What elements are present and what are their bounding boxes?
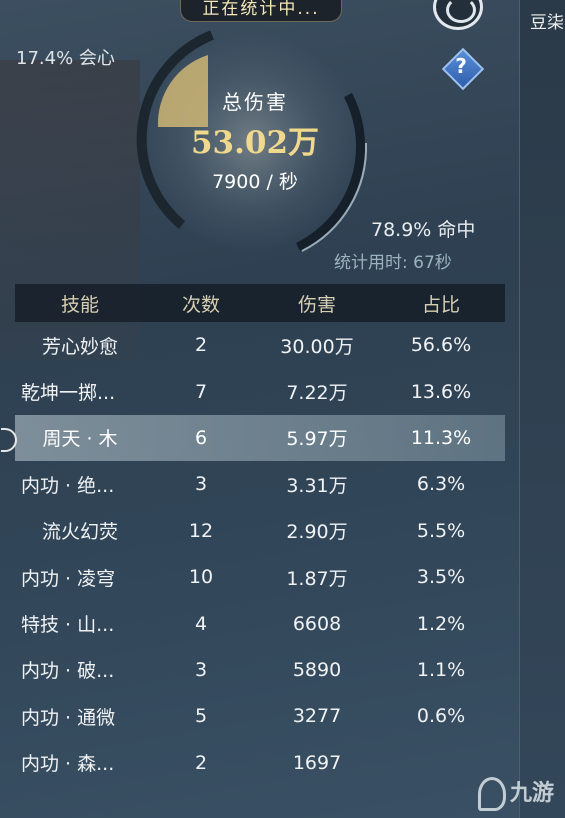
row-count: 4 xyxy=(194,612,208,635)
row-damage: 3277 xyxy=(292,705,342,728)
crit-rate: 17.4% 会心 xyxy=(16,48,115,69)
row-damage: 6608 xyxy=(292,612,342,635)
question-mark-icon: ? xyxy=(455,54,467,78)
row-count: 2 xyxy=(194,751,208,774)
header-skill[interactable]: 技能 xyxy=(15,290,145,317)
row-damage: 7.22万 xyxy=(286,382,348,405)
status-banner: 正在统计中... xyxy=(180,0,342,22)
watermark-text: 九游 xyxy=(510,781,555,806)
table-row[interactable]: 内功 · 通微 5 3277 0.6% xyxy=(15,693,505,739)
damage-per-second: 7900 / 秒 xyxy=(212,171,298,193)
table-row[interactable]: 芳心妙愈 2 30.00万 56.6% xyxy=(15,322,505,368)
row-count: 7 xyxy=(194,380,208,403)
row-skill: 芳心妙愈 xyxy=(41,335,118,358)
hit-rate: 78.9% 命中 xyxy=(371,219,476,241)
row-percent: 6.3% xyxy=(416,473,466,496)
table-row[interactable]: 内功 · 绝... 3 3.31万 6.3% xyxy=(15,461,505,507)
help-button[interactable]: ? xyxy=(440,46,485,91)
table-header: 技能 次数 伤害 占比 xyxy=(15,284,505,322)
side-panel[interactable]: 豆柒 xyxy=(519,0,565,818)
row-percent: 3.5% xyxy=(416,566,466,589)
elapsed-time: 统计用时: 67秒 xyxy=(334,253,452,273)
table-row[interactable]: 乾坤一掷... 7 7.22万 13.6% xyxy=(15,368,505,414)
row-count: 2 xyxy=(194,334,208,357)
refresh-icon xyxy=(446,0,476,23)
nine-game-logo-icon xyxy=(478,777,506,811)
row-skill: 内功 · 凌穹 xyxy=(21,567,116,590)
row-damage: 3.31万 xyxy=(286,474,348,497)
side-panel-label: 豆柒 xyxy=(530,13,564,33)
row-percent: 56.6% xyxy=(410,334,472,357)
row-skill: 内功 · 绝... xyxy=(21,474,115,497)
row-count: 6 xyxy=(194,426,208,449)
row-percent: 11.3% xyxy=(410,426,472,449)
row-count: 3 xyxy=(194,473,208,496)
row-skill: 乾坤一掷... xyxy=(21,382,116,405)
table-row-selected[interactable]: 周天 · 木 6 5.97万 11.3% xyxy=(1,414,505,462)
table-row[interactable]: 内功 · 森... 2 1697 xyxy=(15,740,505,786)
row-damage: 30.00万 xyxy=(280,335,354,358)
watermark-logo: 九游 xyxy=(478,775,563,815)
table-row[interactable]: 内功 · 凌穹 10 1.87万 3.5% xyxy=(15,554,505,600)
table-row[interactable]: 流火幻荧 12 2.90万 5.5% xyxy=(15,508,505,554)
row-skill: 流火幻荧 xyxy=(41,521,118,544)
row-damage: 2.90万 xyxy=(286,521,348,544)
header-percent[interactable]: 占比 xyxy=(377,290,505,317)
table-row[interactable]: 特技 · 山... 4 6608 1.2% xyxy=(15,600,505,646)
total-damage-label: 总伤害 xyxy=(222,90,288,114)
row-damage: 1697 xyxy=(292,751,342,774)
row-percent: 5.5% xyxy=(416,519,466,542)
row-percent: 1.1% xyxy=(416,658,466,681)
row-damage: 5.97万 xyxy=(286,428,348,451)
row-percent: 1.2% xyxy=(416,612,466,635)
row-count: 12 xyxy=(188,519,214,542)
row-percent: 13.6% xyxy=(410,380,472,403)
total-damage-value: 53.02万 xyxy=(190,125,320,161)
row-damage: 5890 xyxy=(292,658,342,681)
row-percent: 0.6% xyxy=(416,705,466,728)
header-count[interactable]: 次数 xyxy=(145,290,257,317)
row-skill: 周天 · 木 xyxy=(42,428,118,451)
refresh-button[interactable] xyxy=(433,0,483,30)
row-skill: 特技 · 山... xyxy=(21,614,115,637)
row-count: 3 xyxy=(194,658,208,681)
row-skill: 内功 · 森... xyxy=(21,753,115,776)
damage-table: 技能 次数 伤害 占比 芳心妙愈 2 30.00万 56.6% 乾坤一掷... … xyxy=(1,284,505,786)
header-damage[interactable]: 伤害 xyxy=(257,290,377,317)
row-damage: 1.87万 xyxy=(286,567,348,590)
row-count: 5 xyxy=(194,705,208,728)
row-skill: 内功 · 通微 xyxy=(21,706,116,729)
table-row[interactable]: 内功 · 破... 3 5890 1.1% xyxy=(15,647,505,693)
row-skill: 内功 · 破... xyxy=(21,660,115,683)
row-count: 10 xyxy=(188,566,214,589)
